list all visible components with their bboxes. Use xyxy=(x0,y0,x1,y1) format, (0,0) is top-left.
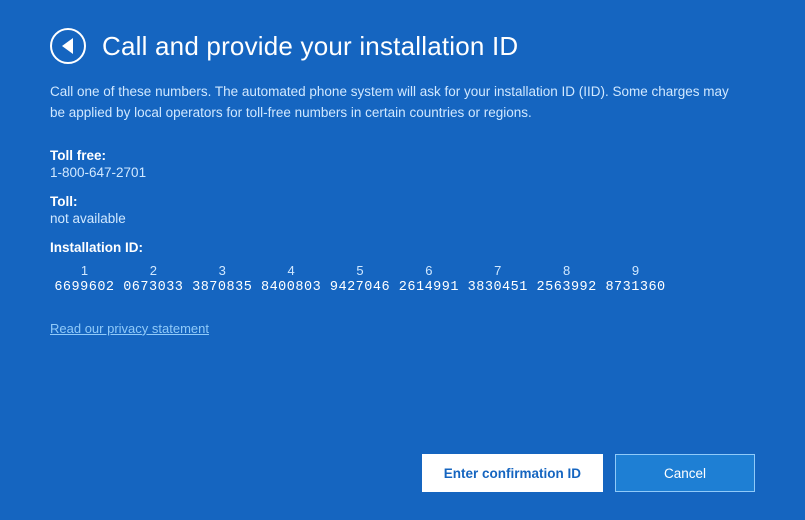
toll-free-label: Toll free: xyxy=(50,148,755,163)
id-col-val-1: 6699602 xyxy=(50,280,119,295)
id-col-val-6: 2614991 xyxy=(394,280,463,295)
cancel-button[interactable]: Cancel xyxy=(615,454,755,492)
id-col-num-7: 7 xyxy=(463,263,532,280)
id-col-val-5: 9427046 xyxy=(326,280,395,295)
back-arrow-icon xyxy=(62,38,73,54)
id-col-val-7: 3830451 xyxy=(463,280,532,295)
id-col-val-8: 2563992 xyxy=(532,280,601,295)
id-col-num-4: 4 xyxy=(257,263,326,280)
id-col-val-2: 0673033 xyxy=(119,280,188,295)
back-button[interactable] xyxy=(50,28,86,64)
toll-label: Toll: xyxy=(50,194,755,209)
id-col-num-8: 8 xyxy=(532,263,601,280)
toll-section: Toll: not available xyxy=(50,194,755,226)
id-col-num-2: 2 xyxy=(119,263,188,280)
installation-id-section: Installation ID: 123456789 6699602067303… xyxy=(50,240,755,295)
main-container: Call and provide your installation ID Ca… xyxy=(0,0,805,520)
installation-id-label: Installation ID: xyxy=(50,240,755,255)
page-title: Call and provide your installation ID xyxy=(102,31,518,62)
id-col-val-4: 8400803 xyxy=(257,280,326,295)
page-description: Call one of these numbers. The automated… xyxy=(50,82,730,124)
id-col-val-9: 8731360 xyxy=(601,280,670,295)
id-col-num-6: 6 xyxy=(394,263,463,280)
toll-free-section: Toll free: 1-800-647-2701 xyxy=(50,148,755,180)
id-col-num-5: 5 xyxy=(326,263,395,280)
footer: Enter confirmation ID Cancel xyxy=(50,454,755,492)
id-col-num-1: 1 xyxy=(50,263,119,280)
toll-value: not available xyxy=(50,211,755,226)
installation-id-grid: 123456789 xyxy=(50,263,670,280)
id-col-num-9: 9 xyxy=(601,263,670,280)
page-header: Call and provide your installation ID xyxy=(50,28,755,64)
id-col-val-3: 3870835 xyxy=(188,280,257,295)
privacy-link[interactable]: Read our privacy statement xyxy=(50,321,755,336)
enter-confirmation-button[interactable]: Enter confirmation ID xyxy=(422,454,603,492)
toll-free-value: 1-800-647-2701 xyxy=(50,165,755,180)
installation-id-values-grid: 6699602067303338708358400803942704626149… xyxy=(50,280,670,295)
id-col-num-3: 3 xyxy=(188,263,257,280)
